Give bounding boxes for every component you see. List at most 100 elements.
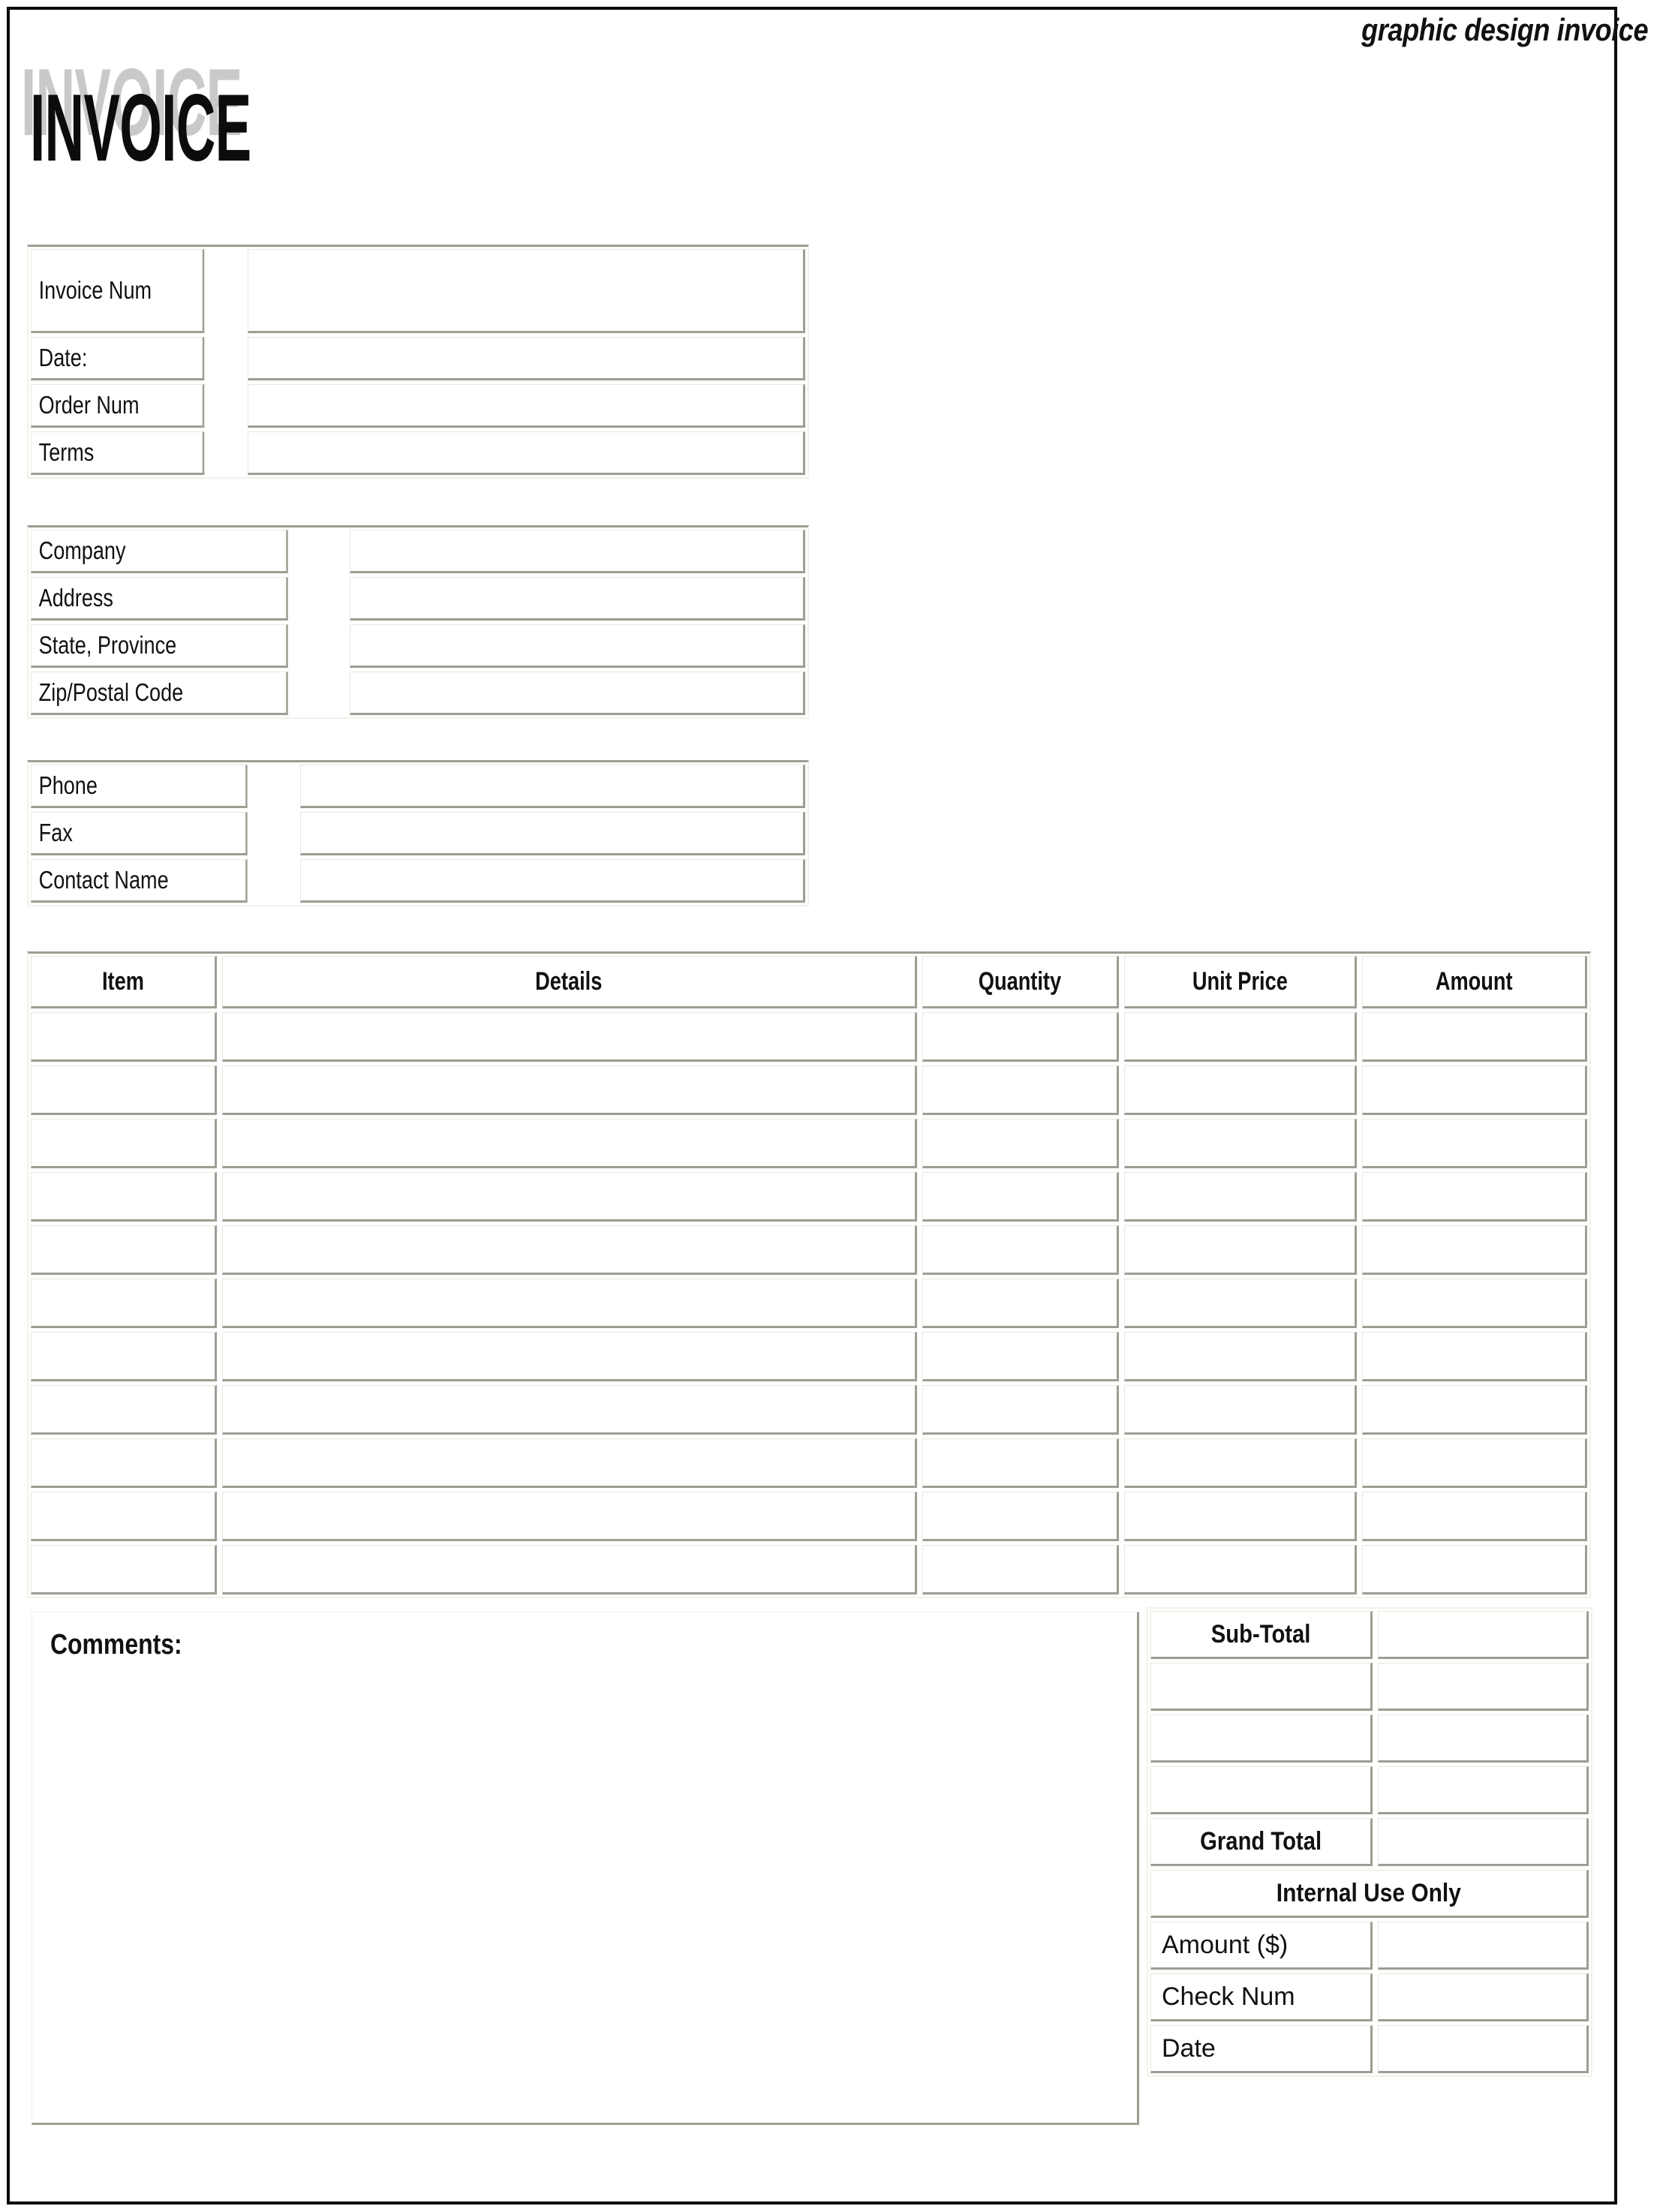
cell-quantity[interactable] — [922, 1012, 1119, 1062]
cell-quantity[interactable] — [922, 1225, 1119, 1275]
input-order-num[interactable] — [248, 384, 805, 428]
input-sub-total[interactable] — [1378, 1611, 1589, 1659]
cell-unit-price[interactable] — [1124, 1225, 1357, 1275]
cell-details[interactable] — [222, 1172, 917, 1222]
cell-item[interactable] — [31, 1065, 217, 1115]
contact-group: Phone Fax Contact Name — [27, 760, 809, 906]
cell-details[interactable] — [222, 1065, 917, 1115]
cell-item[interactable] — [31, 1438, 217, 1488]
totals-row-extra-2 — [1150, 1715, 1589, 1763]
label-totals-extra-2[interactable] — [1150, 1715, 1373, 1763]
column-header-unit-price: Unit Price — [1124, 956, 1357, 1008]
label-zip-postal-code: Zip/Postal Code — [31, 672, 288, 715]
table-row — [31, 1545, 1587, 1594]
cell-quantity[interactable] — [922, 1385, 1119, 1435]
cell-item[interactable] — [31, 1279, 217, 1328]
internal-use-heading-row: Internal Use Only — [1150, 1870, 1589, 1918]
cell-amount[interactable] — [1362, 1172, 1587, 1222]
cell-amount[interactable] — [1362, 1492, 1587, 1541]
label-date: Date: — [31, 337, 205, 380]
label-totals-extra-1[interactable] — [1150, 1663, 1373, 1711]
input-zip-postal-code[interactable] — [350, 672, 805, 715]
cell-unit-price[interactable] — [1124, 1012, 1357, 1062]
cell-unit-price[interactable] — [1124, 1065, 1357, 1115]
table-row — [31, 1119, 1587, 1168]
cell-quantity[interactable] — [922, 1119, 1119, 1168]
comments-box[interactable]: Comments: — [32, 1612, 1139, 2125]
cell-amount[interactable] — [1362, 1225, 1587, 1275]
cell-item[interactable] — [31, 1545, 217, 1594]
input-company[interactable] — [350, 530, 805, 573]
cell-amount[interactable] — [1362, 1119, 1587, 1168]
cell-amount[interactable] — [1362, 1438, 1587, 1488]
label-order-num: Order Num — [31, 384, 205, 428]
cell-amount[interactable] — [1362, 1385, 1587, 1435]
cell-quantity[interactable] — [922, 1332, 1119, 1381]
cell-details[interactable] — [222, 1438, 917, 1488]
input-internal-date[interactable] — [1378, 2025, 1589, 2073]
cell-unit-price[interactable] — [1124, 1172, 1357, 1222]
cell-unit-price[interactable] — [1124, 1545, 1357, 1594]
label-company: Company — [31, 530, 288, 573]
page-title: INVOICE INVOICE — [21, 56, 555, 186]
input-fax[interactable] — [300, 812, 805, 855]
cell-amount[interactable] — [1362, 1545, 1587, 1594]
input-date[interactable] — [248, 337, 805, 380]
invoice-page: graphic design invoice INVOICE INVOICE I… — [0, 0, 1669, 2212]
cell-quantity[interactable] — [922, 1492, 1119, 1541]
cell-item[interactable] — [31, 1225, 217, 1275]
cell-quantity[interactable] — [922, 1065, 1119, 1115]
cell-item[interactable] — [31, 1492, 217, 1541]
cell-quantity[interactable] — [922, 1545, 1119, 1594]
cell-unit-price[interactable] — [1124, 1438, 1357, 1488]
comments-label: Comments: — [50, 1629, 182, 1661]
cell-details[interactable] — [222, 1119, 917, 1168]
label-contact-name: Contact Name — [31, 859, 248, 903]
cell-item[interactable] — [31, 1012, 217, 1062]
cell-item[interactable] — [31, 1119, 217, 1168]
input-internal-check-num[interactable] — [1378, 1973, 1589, 2021]
cell-amount[interactable] — [1362, 1332, 1587, 1381]
input-internal-amount[interactable] — [1378, 1922, 1589, 1970]
cell-quantity[interactable] — [922, 1279, 1119, 1328]
cell-unit-price[interactable] — [1124, 1385, 1357, 1435]
totals-row-extra-3 — [1150, 1766, 1589, 1814]
cell-details[interactable] — [222, 1332, 917, 1381]
cell-unit-price[interactable] — [1124, 1279, 1357, 1328]
cell-quantity[interactable] — [922, 1172, 1119, 1222]
cell-details[interactable] — [222, 1225, 917, 1275]
cell-item[interactable] — [31, 1385, 217, 1435]
cell-unit-price[interactable] — [1124, 1492, 1357, 1541]
field-row-zip: Zip/Postal Code — [31, 672, 805, 715]
cell-item[interactable] — [31, 1332, 217, 1381]
field-row-phone: Phone — [31, 765, 805, 808]
input-phone[interactable] — [300, 765, 805, 808]
input-grand-total[interactable] — [1378, 1818, 1589, 1866]
field-row-state-province: State, Province — [31, 624, 805, 668]
label-totals-extra-3[interactable] — [1150, 1766, 1373, 1814]
label-phone: Phone — [31, 765, 248, 808]
label-internal-check-num: Check Num — [1150, 1973, 1373, 2021]
input-invoice-num[interactable] — [248, 249, 805, 333]
input-state-province[interactable] — [350, 624, 805, 668]
input-terms[interactable] — [248, 431, 805, 475]
cell-details[interactable] — [222, 1279, 917, 1328]
input-address[interactable] — [350, 577, 805, 621]
input-totals-extra-2[interactable] — [1378, 1715, 1589, 1763]
cell-details[interactable] — [222, 1012, 917, 1062]
cell-amount[interactable] — [1362, 1065, 1587, 1115]
input-contact-name[interactable] — [300, 859, 805, 903]
cell-unit-price[interactable] — [1124, 1332, 1357, 1381]
cell-unit-price[interactable] — [1124, 1119, 1357, 1168]
cell-details[interactable] — [222, 1492, 917, 1541]
cell-item[interactable] — [31, 1172, 217, 1222]
totals-box: Sub-Total Grand Total Internal Use Only … — [1147, 1607, 1592, 2077]
cell-amount[interactable] — [1362, 1012, 1587, 1062]
cell-details[interactable] — [222, 1545, 917, 1594]
cell-amount[interactable] — [1362, 1279, 1587, 1328]
cell-quantity[interactable] — [922, 1438, 1119, 1488]
cell-details[interactable] — [222, 1385, 917, 1435]
input-totals-extra-1[interactable] — [1378, 1663, 1589, 1711]
input-totals-extra-3[interactable] — [1378, 1766, 1589, 1814]
totals-row-sub-total: Sub-Total — [1150, 1611, 1589, 1659]
